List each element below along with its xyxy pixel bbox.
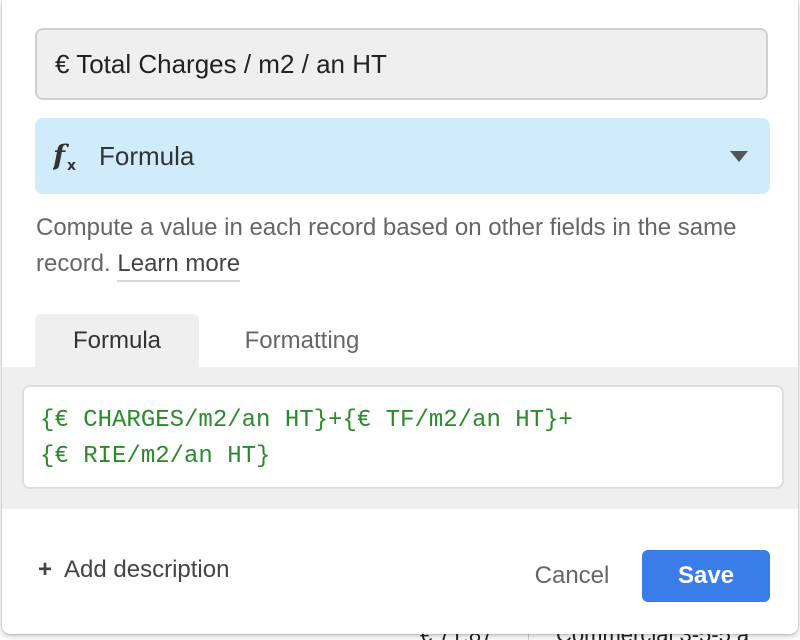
field-type-label: Formula [99,140,195,171]
formula-panel: {€ CHARGES/m2/an HT}+{€ TF/m2/an HT}+ {€… [2,367,798,509]
chevron-down-icon [730,151,748,162]
add-description-button[interactable]: + Add description [38,556,229,584]
tab-formula[interactable]: Formula [35,314,199,368]
formula-editor[interactable]: {€ CHARGES/m2/an HT}+{€ TF/m2/an HT}+ {€… [22,385,784,489]
field-name-input[interactable] [35,28,768,100]
cancel-button[interactable]: Cancel [512,550,632,602]
add-description-label: Add description [64,556,230,583]
plus-icon: + [38,556,53,583]
fx-icon: f x [53,139,83,173]
dialog-footer: + Add description Cancel Save [2,540,798,614]
field-type-select[interactable]: f x Formula [35,118,770,194]
tab-formatting[interactable]: Formatting [212,314,392,368]
field-type-description: Compute a value in each record based on … [36,210,776,282]
learn-more-link[interactable]: Learn more [117,250,241,282]
field-config-dialog: f x Formula Compute a value in each reco… [2,0,798,634]
config-tabs: Formula Formatting [2,314,798,368]
save-button[interactable]: Save [642,550,770,602]
svg-text:x: x [67,158,76,173]
